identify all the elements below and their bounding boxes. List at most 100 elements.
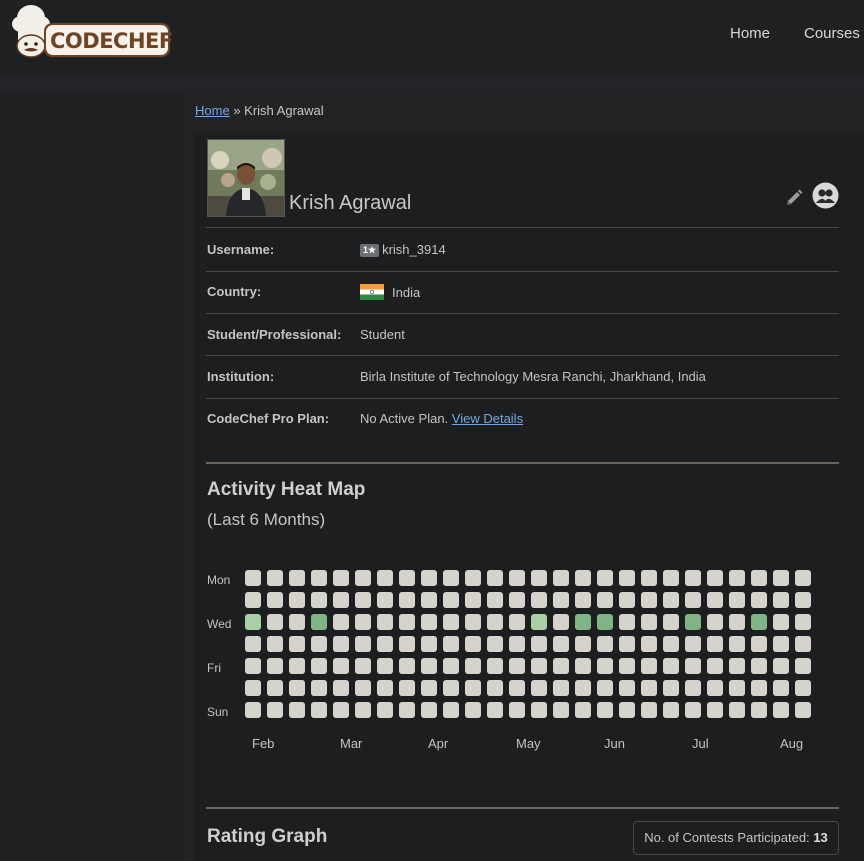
heatmap-cell[interactable] [795,592,811,608]
heatmap-cell[interactable] [377,614,393,630]
heatmap-cell[interactable] [289,658,305,674]
heatmap-cell[interactable] [377,658,393,674]
heatmap-cell[interactable] [399,570,415,586]
heatmap-cell[interactable] [773,702,789,718]
heatmap-cell[interactable] [553,702,569,718]
nav-home-link[interactable]: Home [730,25,770,42]
heatmap-cell[interactable] [597,680,613,696]
heatmap-cell[interactable] [597,614,613,630]
heatmap-cell[interactable] [575,614,591,630]
heatmap-cell[interactable] [707,702,723,718]
heatmap-cell[interactable] [707,636,723,652]
heatmap-cell[interactable] [421,570,437,586]
heatmap-cell[interactable] [597,658,613,674]
heatmap-cell[interactable] [641,658,657,674]
heatmap-cell[interactable] [443,592,459,608]
nav-courses-link[interactable]: Courses [804,25,860,42]
heatmap-cell[interactable] [355,636,371,652]
heatmap-cell[interactable] [443,702,459,718]
heatmap-cell[interactable] [531,702,547,718]
heatmap-cell[interactable] [729,570,745,586]
heatmap-cell[interactable] [311,702,327,718]
heatmap-cell[interactable] [377,702,393,718]
heatmap-cell[interactable] [399,680,415,696]
heatmap-cell[interactable] [465,570,481,586]
heatmap-cell[interactable] [311,680,327,696]
heatmap-cell[interactable] [443,570,459,586]
heatmap-cell[interactable] [465,636,481,652]
heatmap-cell[interactable] [487,570,503,586]
heatmap-cell[interactable] [553,614,569,630]
heatmap-cell[interactable] [465,702,481,718]
heatmap-cell[interactable] [531,680,547,696]
heatmap-cell[interactable] [773,614,789,630]
heatmap-cell[interactable] [531,614,547,630]
heatmap-cell[interactable] [553,636,569,652]
heatmap-cell[interactable] [245,658,261,674]
heatmap-cell[interactable] [311,570,327,586]
heatmap-cell[interactable] [531,592,547,608]
heatmap-cell[interactable] [377,570,393,586]
heatmap-cell[interactable] [707,658,723,674]
heatmap-cell[interactable] [685,636,701,652]
heatmap-cell[interactable] [751,614,767,630]
heatmap-cell[interactable] [729,658,745,674]
heatmap-cell[interactable] [465,592,481,608]
heatmap-cell[interactable] [685,658,701,674]
heatmap-cell[interactable] [575,636,591,652]
heatmap-cell[interactable] [707,680,723,696]
heatmap-cell[interactable] [751,658,767,674]
heatmap-cell[interactable] [465,658,481,674]
heatmap-cell[interactable] [641,702,657,718]
heatmap-cell[interactable] [575,592,591,608]
heatmap-cell[interactable] [597,702,613,718]
heatmap-cell[interactable] [751,680,767,696]
heatmap-cell[interactable] [333,570,349,586]
heatmap-cell[interactable] [289,614,305,630]
heatmap-cell[interactable] [729,680,745,696]
heatmap-cell[interactable] [355,570,371,586]
heatmap-cell[interactable] [575,658,591,674]
heatmap-cell[interactable] [685,702,701,718]
heatmap-cell[interactable] [267,614,283,630]
heatmap-cell[interactable] [487,614,503,630]
heatmap-cell[interactable] [245,702,261,718]
heatmap-cell[interactable] [707,570,723,586]
heatmap-cell[interactable] [443,680,459,696]
heatmap-cell[interactable] [597,570,613,586]
heatmap-cell[interactable] [355,702,371,718]
heatmap-cell[interactable] [553,592,569,608]
heatmap-cell[interactable] [333,636,349,652]
heatmap-cell[interactable] [575,680,591,696]
users-icon[interactable] [812,182,839,209]
heatmap-cell[interactable] [509,658,525,674]
heatmap-cell[interactable] [685,570,701,586]
heatmap-cell[interactable] [795,658,811,674]
heatmap-cell[interactable] [289,702,305,718]
heatmap-cell[interactable] [421,680,437,696]
heatmap-cell[interactable] [773,636,789,652]
heatmap-cell[interactable] [509,570,525,586]
heatmap-cell[interactable] [289,680,305,696]
heatmap-cell[interactable] [619,680,635,696]
heatmap-cell[interactable] [751,636,767,652]
breadcrumb-home-link[interactable]: Home [195,103,230,118]
heatmap-cell[interactable] [333,614,349,630]
heatmap-cell[interactable] [509,614,525,630]
heatmap-cell[interactable] [465,680,481,696]
heatmap-cell[interactable] [333,592,349,608]
heatmap-cell[interactable] [509,702,525,718]
heatmap-cell[interactable] [333,658,349,674]
heatmap-cell[interactable] [729,614,745,630]
heatmap-cell[interactable] [487,702,503,718]
heatmap-cell[interactable] [311,614,327,630]
heatmap-cell[interactable] [267,592,283,608]
heatmap-cell[interactable] [773,658,789,674]
heatmap-cell[interactable] [553,658,569,674]
heatmap-cell[interactable] [487,680,503,696]
heatmap-cell[interactable] [663,658,679,674]
heatmap-cell[interactable] [245,570,261,586]
edit-icon[interactable] [784,188,804,208]
heatmap-cell[interactable] [333,702,349,718]
heatmap-cell[interactable] [245,636,261,652]
